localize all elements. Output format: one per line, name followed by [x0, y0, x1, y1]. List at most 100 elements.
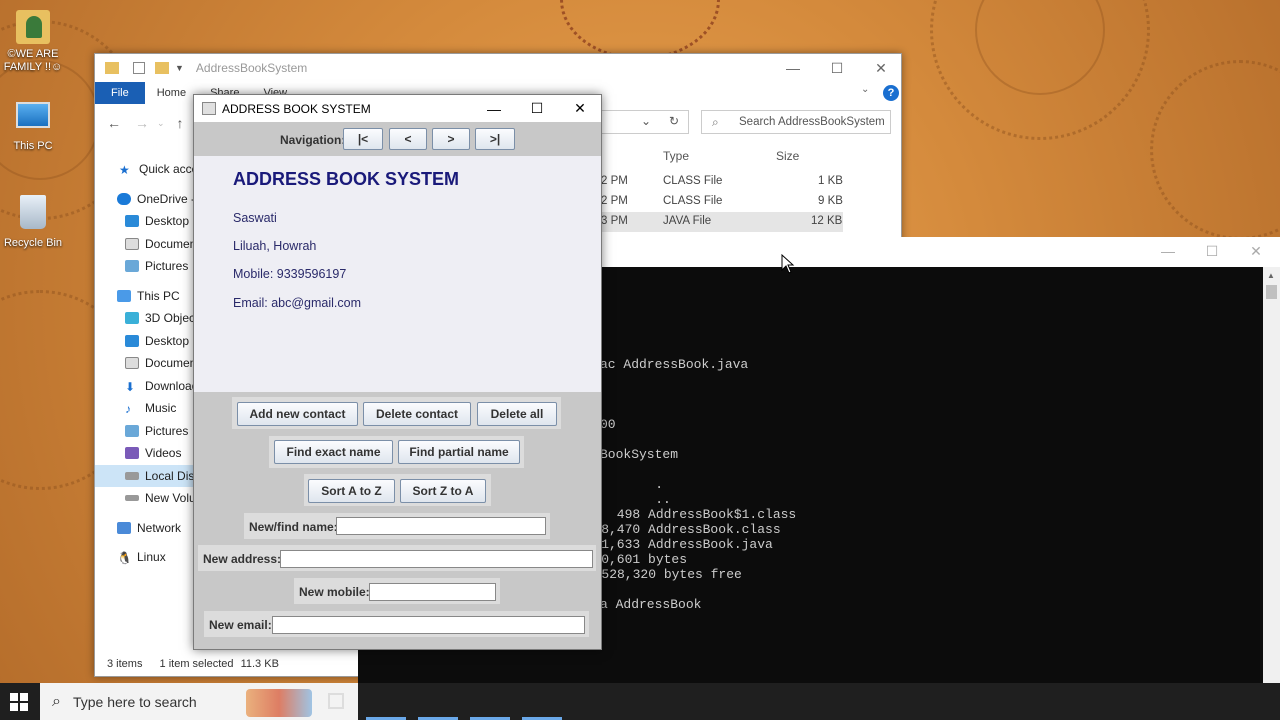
java-app-icon	[202, 102, 216, 115]
delete-all-button[interactable]: Delete all	[477, 402, 557, 426]
maximize-button[interactable]: ☐	[1190, 237, 1234, 265]
task-view-icon[interactable]	[328, 693, 344, 709]
sidebar-item-documents[interactable]: Documen	[95, 233, 205, 256]
find-exact-name-button[interactable]: Find exact name	[274, 440, 393, 464]
console-scrollbar[interactable]: ▲	[1263, 267, 1280, 720]
add-contact-button[interactable]: Add new contact	[237, 402, 358, 426]
status-size: 11.3 KB	[240, 658, 279, 670]
contact-name: Saswati	[233, 211, 277, 225]
taskbar-search-box[interactable]: ⌕ Type here to search	[40, 683, 358, 720]
up-arrow-icon[interactable]: ↑	[177, 115, 184, 131]
address-input[interactable]	[280, 550, 593, 568]
minimize-button[interactable]: —	[472, 95, 516, 122]
address-field-label: New address:	[203, 552, 282, 566]
sidebar-item-quick-access[interactable]: ★ Quick acces	[95, 158, 205, 181]
mobile-input[interactable]	[369, 583, 496, 601]
refresh-icon[interactable]: ↻	[669, 114, 679, 128]
sidebar-item-desktop[interactable]: Desktop	[95, 210, 205, 233]
desktop-icon	[125, 334, 139, 347]
close-button[interactable]: ✕	[558, 95, 602, 122]
close-button[interactable]: ✕	[1234, 237, 1278, 265]
find-partial-name-button[interactable]: Find partial name	[398, 440, 520, 464]
file-row[interactable]: 3 PM JAVA File 12 KB	[593, 212, 843, 232]
cloud-icon	[117, 192, 131, 205]
sidebar-item-3d-objects[interactable]: 3D Object	[95, 307, 205, 330]
column-size[interactable]: Size	[776, 149, 799, 163]
scrollbar-thumb[interactable]	[1266, 285, 1277, 299]
name-field-label: New/find name:	[249, 520, 338, 534]
column-type[interactable]: Type	[663, 149, 689, 163]
address-bar-end[interactable]: ⌄ ↻	[601, 110, 689, 134]
cube-icon	[125, 312, 139, 325]
chevron-down-icon[interactable]: ⌄	[157, 118, 165, 129]
music-icon: ♪	[125, 402, 131, 417]
taskbar: ⌕ Type here to search	[0, 683, 1280, 720]
help-icon[interactable]: ?	[883, 85, 899, 101]
console-line: ,528,320 bytes free	[578, 567, 742, 582]
document-icon	[125, 357, 139, 370]
recycle-bin-icon	[20, 195, 46, 229]
back-arrow-icon[interactable]: ←	[107, 115, 121, 131]
sidebar-item-music[interactable]: ♪ Music	[95, 397, 205, 420]
search-box[interactable]: ⌕ Search AddressBookSystem	[701, 110, 891, 134]
sidebar-item-this-pc[interactable]: This PC	[95, 285, 205, 308]
checkbox-icon[interactable]	[133, 62, 145, 74]
address-book-window: ADDRESS BOOK SYSTEM — ☐ ✕ Navigation: |<…	[193, 94, 602, 650]
sidebar-item-linux[interactable]: 🐧 Linux	[95, 546, 205, 569]
file-row[interactable]: 2 PM CLASS File 9 KB	[593, 192, 843, 212]
disk-icon	[125, 495, 139, 502]
minimize-button[interactable]: —	[1146, 237, 1190, 265]
sidebar-item-pictures-2[interactable]: Pictures	[95, 420, 205, 443]
name-input[interactable]	[336, 517, 546, 535]
desktop-icon-label: This PC	[13, 140, 53, 152]
chevron-down-icon[interactable]: ⌄	[861, 84, 869, 95]
computer-icon	[117, 289, 131, 302]
linux-icon: 🐧	[117, 551, 132, 566]
sidebar-item-network[interactable]: Network	[95, 517, 205, 540]
tab-home[interactable]: Home	[145, 82, 198, 104]
document-icon	[125, 237, 139, 250]
windows-start-icon[interactable]	[10, 693, 28, 711]
pictures-icon	[125, 260, 139, 273]
navigation-label: Navigation:	[280, 133, 346, 147]
desktop-icon-this-pc[interactable]: This PC	[0, 102, 66, 153]
folder-icon	[105, 62, 119, 74]
contact-address: Liluah, Howrah	[233, 239, 317, 253]
search-highlight-art-icon	[246, 689, 312, 717]
delete-contact-button[interactable]: Delete contact	[363, 402, 471, 426]
sort-a-to-z-button[interactable]: Sort A to Z	[308, 479, 395, 503]
sidebar-item-local-disk[interactable]: Local Disk	[95, 464, 205, 487]
maximize-button[interactable]: ☐	[515, 95, 559, 122]
email-input[interactable]	[272, 616, 585, 634]
close-button[interactable]: ✕	[859, 54, 903, 82]
forward-arrow-icon[interactable]: →	[135, 115, 149, 131]
sort-z-to-a-button[interactable]: Sort Z to A	[400, 479, 486, 503]
previous-record-button[interactable]: <	[389, 128, 427, 150]
scroll-up-icon[interactable]: ▲	[1267, 271, 1275, 280]
file-row[interactable]: 2 PM CLASS File 1 KB	[593, 172, 843, 192]
last-record-button[interactable]: >|	[475, 128, 515, 150]
sidebar-item-downloads[interactable]: ⬇ Download	[95, 375, 205, 398]
desktop-icon-recycle-bin[interactable]: Recycle Bin	[0, 195, 66, 250]
sidebar-item-onedrive[interactable]: OneDrive -	[95, 188, 205, 211]
chevron-down-icon: ⌄	[641, 114, 652, 128]
maximize-button[interactable]: ☐	[815, 54, 859, 82]
disk-icon	[125, 471, 139, 480]
desktop-icon-folder[interactable]: ©WE ARE FAMILY !!☺	[0, 10, 66, 74]
minimize-button[interactable]: —	[771, 54, 815, 82]
tab-file[interactable]: File	[95, 82, 145, 104]
contact-email: Email: abc@gmail.com	[233, 296, 362, 310]
first-record-button[interactable]: |<	[343, 128, 383, 150]
sidebar-item-new-volume[interactable]: New Volur	[95, 487, 205, 510]
sidebar-item-desktop-2[interactable]: Desktop	[95, 330, 205, 353]
dropdown-icon[interactable]: ▼	[175, 63, 184, 73]
sidebar-item-videos[interactable]: Videos	[95, 442, 205, 465]
next-record-button[interactable]: >	[432, 128, 470, 150]
sidebar-item-documents-2[interactable]: Documen	[95, 352, 205, 375]
mobile-field-label: New mobile:	[299, 585, 370, 599]
mouse-cursor-icon	[781, 254, 795, 274]
page-heading: ADDRESS BOOK SYSTEM	[233, 169, 460, 189]
sidebar-item-pictures[interactable]: Pictures	[95, 255, 205, 278]
network-icon	[117, 521, 131, 534]
status-bar: 3 items 1 item selected 11.3 KB	[107, 658, 279, 670]
